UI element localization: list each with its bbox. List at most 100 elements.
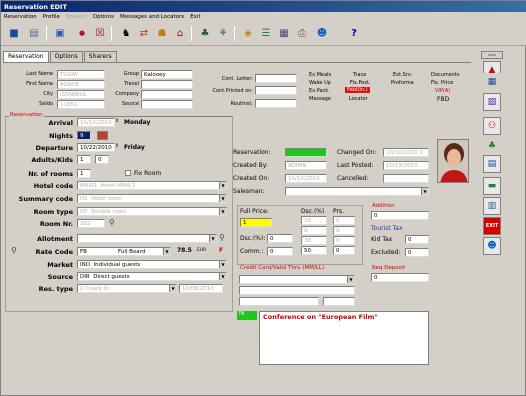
help-icon[interactable]: ? [347,26,361,40]
cont-printed-field[interactable] [255,86,297,95]
flag-wake-up[interactable]: Wake Up [309,80,331,86]
flag-fix-post[interactable]: Fix.Post. [350,80,371,86]
transfer-icon[interactable]: ⇄ [137,26,151,40]
full-price-field[interactable]: 1 [240,218,272,227]
contacts-icon[interactable]: ▨ [483,93,501,111]
allotment-select[interactable]: ▼ [77,234,217,243]
menu-profile[interactable]: Profile [43,14,60,20]
prs-2[interactable]: 0 [333,226,355,235]
documents-icon[interactable]: ▤ [483,155,501,173]
calendar-icon[interactable]: ▦ [277,26,291,40]
dscp-field[interactable]: 0 [267,234,293,243]
note-textarea[interactable]: Conference on "European Film" [259,311,429,365]
menu-sharers[interactable]: Sharers [66,14,87,20]
adults-field[interactable]: 1 [77,155,91,164]
res-type-select[interactable]: 0 Check In [77,284,177,293]
group-icon[interactable]: ⚘ [216,26,230,40]
card-holder-field[interactable] [239,286,355,295]
flag-ex-meals[interactable]: Ex.Meals [309,72,331,78]
kid-tax-field[interactable]: 0 [405,235,429,244]
flag-locator[interactable]: Locator [349,96,368,102]
source-select[interactable]: DIR Direct guests ▼ [77,272,227,281]
chart-icon[interactable]: ☰ [259,26,273,40]
house-icon[interactable]: ⌂ [173,26,187,40]
room-search-icon[interactable]: ⚲ [109,218,115,227]
flag-fbd[interactable]: FBD [437,96,449,103]
arrival-stepper[interactable]: ⇕ [115,118,119,124]
tree-list-icon[interactable]: ♣ [483,137,501,155]
menu-exit[interactable]: Exit [190,14,200,20]
cancelled-field[interactable] [383,174,429,183]
last-name-field[interactable]: TUGAY [57,70,105,79]
tree-icon[interactable]: ♣ [198,26,212,40]
people-icon[interactable]: ⚇ [483,117,501,135]
routinst-field[interactable] [255,99,297,108]
credit-card-field[interactable]: ▼ [239,275,355,284]
calendar-button[interactable] [97,131,108,140]
dsc-3[interactable]: 30 [301,236,327,245]
req-deposit-field[interactable]: 0 [371,273,429,282]
tab-options[interactable]: Options [49,51,83,62]
person-icon[interactable]: ☻ [315,26,329,40]
users-icon[interactable]: ☗ [155,26,169,40]
nights-field[interactable]: 9 [77,131,91,140]
last-posted-field[interactable]: 10/19/2010 [383,161,429,170]
help-person-icon[interactable]: ☻ [483,237,501,255]
comm-field[interactable]: 0 [267,247,293,256]
dsc-4[interactable]: 50 [301,246,327,255]
departure-field[interactable]: 10/22/2010 [77,143,115,152]
menu-messages-locators[interactable]: Messages and Locators [120,14,184,20]
city-field[interactable]: ISTANBUL [57,90,105,99]
room-icon[interactable]: ▬ [483,177,501,195]
res-type-date[interactable]: 10/08/2010 [179,284,223,293]
saldo-field[interactable]: 11651 [57,100,105,109]
addition-field[interactable]: 0 [371,211,429,220]
created-on-field[interactable]: 10/10/2010 [285,174,327,183]
source-field[interactable] [141,100,193,109]
tab-sharers[interactable]: Sharers [83,51,117,62]
flag-ext-srv[interactable]: Ext.Srv. [393,72,412,78]
salesman-select[interactable]: ▼ [285,187,429,196]
flag-trace[interactable]: Trace [353,72,366,78]
tab-reservation[interactable]: Reservation [3,51,49,62]
diamond-icon[interactable]: ◈ [241,26,255,40]
print-icon[interactable]: ⎙ [295,26,309,40]
flag-vip[interactable]: VIP(A) [435,88,450,94]
menu-reservation[interactable]: Reservation [4,14,37,20]
calendar-grid-icon[interactable]: ▦ [483,73,501,91]
market-select[interactable]: IND Individual guests ▼ [77,260,227,269]
rate-code-select[interactable]: FB Full Board ▼ [77,247,171,256]
fix-room-checkbox[interactable] [125,170,131,176]
menu-options[interactable]: Options [93,14,114,20]
kids-field[interactable]: 0 [95,155,109,164]
arrival-field[interactable]: 10/10/2010 [77,118,115,127]
document-icon[interactable]: ▤ [27,26,41,40]
cont-letter-field[interactable] [255,74,297,83]
flag-documents[interactable]: Documents [431,72,460,78]
flag-fix-price[interactable]: Fix. Price [431,80,453,86]
flag-proforma[interactable]: Proforma [391,80,414,86]
allotment-search-icon[interactable]: ⚲ [219,233,225,242]
dsc-2[interactable]: 0 [301,226,327,235]
prs-1[interactable]: 0 [333,216,355,225]
summary-code-select[interactable]: HS Hotel room ▼ [77,194,227,203]
profile-icon[interactable]: ▣ [53,26,67,40]
departure-stepper[interactable]: ⇕ [115,143,119,149]
flag-paid-in[interactable]: Paid(In.) [345,87,370,93]
group-field[interactable]: Kalooey [141,70,193,79]
rooms-field[interactable]: 1 [77,169,91,178]
room-type-select[interactable]: DP Double room ▼ [77,207,227,216]
folder-icon[interactable]: ▥ [483,197,501,215]
reservation-field[interactable] [285,148,327,157]
travel-field[interactable] [141,80,193,89]
prs-4[interactable]: 0 [333,246,355,255]
prs-3[interactable]: 0 [333,236,355,245]
card-valid-field[interactable] [323,297,355,306]
hotel-code-select[interactable]: MAIS1 Hotel MAIS 1 ▼ [77,181,227,190]
changed-on-field[interactable]: 10/20/2010 2 [383,148,429,157]
flag-ex-pack[interactable]: Ex.Pack. [309,88,330,94]
exit-icon[interactable]: EXIT [483,217,501,235]
record-icon[interactable]: ● [75,26,89,40]
company-field[interactable] [141,90,193,99]
excluded-field[interactable]: 0 [405,248,429,257]
